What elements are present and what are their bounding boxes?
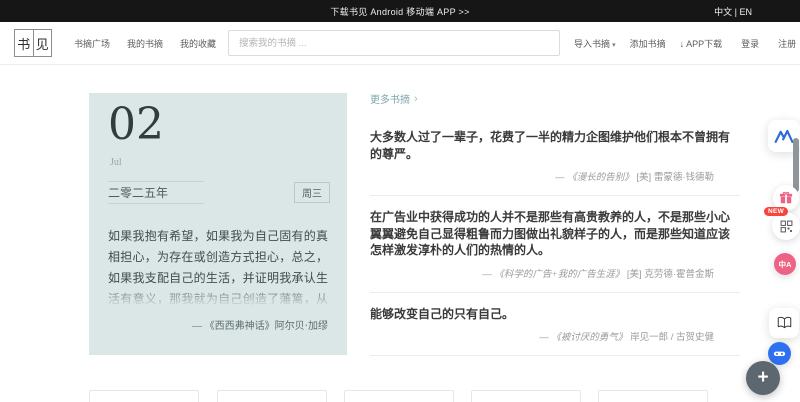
app-download-label: APP下载 bbox=[686, 39, 722, 49]
more-excerpts-link[interactable]: 更多书摘 › bbox=[370, 91, 418, 106]
nav-item-my-excerpts[interactable]: 我的书摘 bbox=[127, 37, 163, 50]
excerpt-item[interactable]: 能够改变自己的只有自己。 — 《被讨厌的勇气》 岸见一郎 / 古贺史健 bbox=[370, 293, 740, 357]
excerpt-list-section: 更多书摘 › 大多数人过了一辈子，花费了一半的精力企图维护他们根本不曾拥有的尊严… bbox=[370, 90, 740, 356]
add-excerpt-button[interactable]: 添加书摘 bbox=[630, 37, 666, 50]
excerpt-author: 岸见一郎 / 古贺史健 bbox=[630, 332, 714, 343]
chevron-right-icon: › bbox=[414, 93, 418, 105]
excerpt-source: 《被讨厌的勇气》 bbox=[551, 333, 627, 343]
import-excerpt-label: 导入书摘 bbox=[574, 39, 610, 49]
add-floating-button[interactable]: + bbox=[746, 361, 780, 395]
register-button[interactable]: 注册 bbox=[778, 37, 796, 50]
glasses-icon bbox=[772, 346, 787, 361]
brand-m-icon bbox=[774, 127, 794, 145]
nav-item-excerpt-plaza[interactable]: 书摘广场 bbox=[74, 37, 110, 50]
daily-quote-text: 如果我抱有希望，如果我为自己固有的真相担心，为存在或创造方式担心，总之，如果我支… bbox=[108, 226, 328, 310]
excerpt-card-partial[interactable] bbox=[217, 390, 327, 402]
reading-mode-button[interactable] bbox=[769, 308, 799, 338]
excerpt-item[interactable]: 在广告业中获得成功的人并不是那些有高贵教养的人，不是那些小心翼翼避免自己显得粗鲁… bbox=[370, 196, 740, 293]
excerpt-attribution: — 《科学的广告+我的广告生涯》 [美] 克劳德·霍普金斯 bbox=[370, 266, 740, 280]
excerpt-item[interactable]: 大多数人过了一辈子，花费了一半的精力企图维护他们根本不曾拥有的尊严。 — 《漫长… bbox=[370, 108, 740, 196]
plus-icon: + bbox=[757, 367, 768, 389]
attribution-dash: — bbox=[555, 172, 565, 183]
translate-button[interactable]: 中A bbox=[774, 253, 796, 275]
qr-code-button[interactable] bbox=[772, 212, 800, 240]
translate-icon: 中A bbox=[779, 259, 792, 270]
excerpt-card-partial[interactable] bbox=[344, 390, 454, 402]
date-month: Jul bbox=[110, 157, 122, 168]
gift-icon bbox=[779, 191, 793, 205]
date-year: 二零二五年 bbox=[108, 184, 168, 201]
top-promo-bar: 下载书见 Android 移动端 APP >> 中文 | EN bbox=[0, 0, 800, 22]
shujian-logo[interactable]: 书 见 bbox=[14, 29, 52, 57]
logo-char-1: 书 bbox=[15, 30, 34, 56]
excerpt-card-partial[interactable] bbox=[598, 390, 708, 402]
divider bbox=[108, 203, 204, 204]
login-button[interactable]: 登录 bbox=[741, 37, 759, 50]
excerpt-author: [美] 克劳德·霍普金斯 bbox=[627, 269, 714, 280]
logo-char-2: 见 bbox=[34, 30, 52, 56]
excerpt-attribution: — 《被讨厌的勇气》 岸见一郎 / 古贺史健 bbox=[370, 329, 740, 343]
excerpt-card-partial[interactable] bbox=[471, 390, 581, 402]
excerpt-source: 《漫长的告别》 bbox=[567, 173, 634, 183]
qr-code-icon bbox=[780, 220, 793, 233]
new-badge: NEW bbox=[764, 207, 788, 216]
scrollbar-thumb[interactable] bbox=[793, 138, 799, 192]
excerpt-text: 大多数人过了一辈子，花费了一半的精力企图维护他们根本不曾拥有的尊严。 bbox=[370, 129, 740, 162]
app-download-button[interactable]: ↓APP下载 bbox=[680, 37, 723, 50]
open-book-icon bbox=[777, 316, 792, 330]
excerpt-text: 能够改变自己的只有自己。 bbox=[370, 306, 740, 323]
more-excerpts-label: 更多书摘 bbox=[370, 91, 410, 106]
nav-item-my-favorites[interactable]: 我的收藏 bbox=[180, 37, 216, 50]
main-navbar: 书 见 书摘广场 我的书摘 我的收藏 导入书摘▾ 添加书摘 ↓APP下载 登录 … bbox=[0, 22, 800, 65]
excerpt-attribution: — 《漫长的告别》 [美] 雷蒙德·钱德勒 bbox=[370, 169, 740, 183]
daily-quote-attribution: — 《西西弗神话》阿尔贝·加缪 bbox=[192, 317, 328, 332]
excerpt-card-partial[interactable] bbox=[89, 390, 199, 402]
import-excerpt-dropdown[interactable]: 导入书摘▾ bbox=[574, 37, 616, 50]
excerpt-author: [美] 雷蒙德·钱德勒 bbox=[636, 172, 714, 183]
download-icon: ↓ bbox=[680, 39, 685, 49]
divider bbox=[108, 181, 204, 182]
attribution-dash: — bbox=[482, 269, 492, 280]
excerpt-source: 《科学的广告+我的广告生涯》 bbox=[494, 270, 624, 280]
date-weekday-badge: 周三 bbox=[294, 182, 330, 203]
app-download-promo-link[interactable]: 下载书见 Android 移动端 APP >> bbox=[330, 5, 469, 18]
date-day: 02 bbox=[108, 99, 164, 151]
search-input[interactable] bbox=[228, 30, 560, 56]
eye-care-button[interactable] bbox=[768, 342, 791, 365]
daily-quote-card[interactable]: 02 Jul 二零二五年 周三 如果我抱有希望，如果我为自己固有的真相担心，为存… bbox=[89, 93, 347, 355]
excerpt-text: 在广告业中获得成功的人并不是那些有高贵教养的人，不是那些小心翼翼避免自己显得粗鲁… bbox=[370, 209, 740, 259]
page: 下载书见 Android 移动端 APP >> 中文 | EN 书 见 书摘广场… bbox=[0, 0, 800, 402]
attribution-dash: — bbox=[539, 332, 549, 343]
language-switch[interactable]: 中文 | EN bbox=[714, 0, 752, 22]
chevron-down-icon: ▾ bbox=[612, 42, 616, 49]
